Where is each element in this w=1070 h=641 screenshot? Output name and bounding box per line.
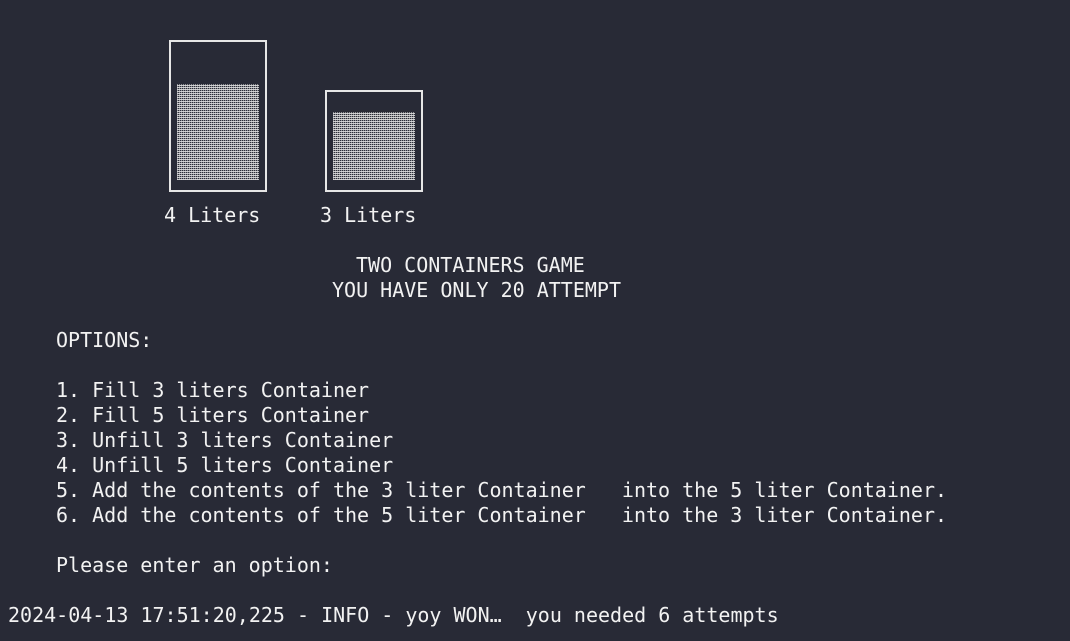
input-prompt[interactable]: Please enter an option: <box>56 553 333 578</box>
option-item-3: 3. Unfill 3 liters Container <box>56 428 394 452</box>
options-heading: OPTIONS: <box>56 328 153 352</box>
option-item-6: 6. Add the contents of the 5 liter Conta… <box>56 503 948 527</box>
game-title: TWO CONTAINERS GAME <box>356 253 585 277</box>
log-message: 2024-04-13 17:51:20,225 - INFO - yoy WON… <box>8 603 779 627</box>
container-4-liters-water <box>177 84 259 180</box>
option-item-5: 5. Add the contents of the 3 liter Conta… <box>56 478 948 502</box>
terminal-window[interactable]: 4 Liters 3 Liters TWO CONTAINERS GAME YO… <box>0 0 1070 641</box>
option-item-2: 2. Fill 5 liters Container <box>56 403 370 427</box>
container-3-liters <box>325 90 423 192</box>
option-item-1: 1. Fill 3 liters Container <box>56 378 370 402</box>
option-item-4: 4. Unfill 5 liters Container <box>56 453 394 477</box>
container-3-liters-water <box>333 112 415 180</box>
container-label-4-liters: 4 Liters <box>164 203 261 227</box>
container-4-liters <box>169 40 267 192</box>
attempts-limit-text: YOU HAVE ONLY 20 ATTEMPT <box>332 278 621 302</box>
container-label-3-liters: 3 Liters <box>320 203 417 227</box>
